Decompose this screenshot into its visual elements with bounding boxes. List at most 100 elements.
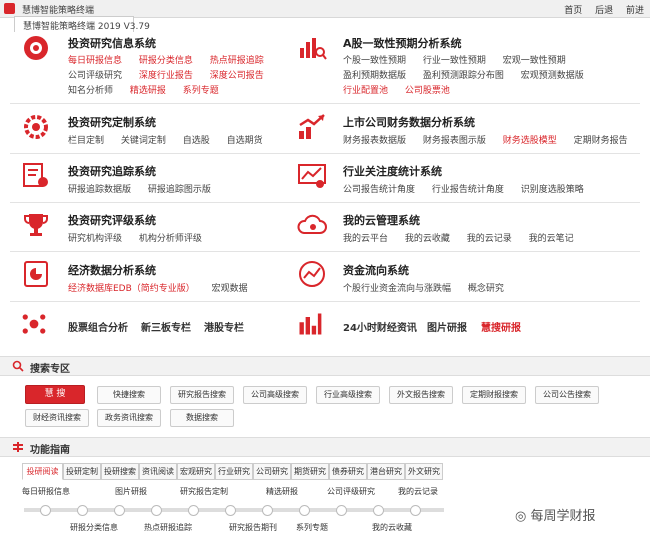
link-industry-deep[interactable]: 深度行业报告 (139, 71, 193, 81)
link-cloud-notes[interactable]: 我的云笔记 (529, 234, 574, 244)
link-keyword-custom[interactable]: 关键词定制 (121, 136, 166, 146)
timeline-dot[interactable] (336, 505, 347, 516)
search-btn[interactable]: 研究报告搜索 (170, 386, 234, 404)
timeline-label[interactable]: 研究报告期刊 (229, 522, 277, 533)
search-btn[interactable]: 行业高级搜索 (316, 386, 380, 404)
rating-system-title[interactable]: 投资研究评级系统 (68, 212, 156, 228)
timeline-label[interactable]: 我的云记录 (398, 486, 438, 497)
link-smart-search-reports[interactable]: 慧搜研报 (481, 319, 521, 334)
search-btn[interactable]: 数据搜索 (170, 409, 234, 427)
timeline-dot[interactable] (225, 505, 236, 516)
link-macro-forecast-data[interactable]: 宏观预测数据版 (521, 71, 584, 81)
search-btn[interactable]: 政务资讯搜索 (97, 409, 161, 427)
link-edb[interactable]: 经济数据库EDB（简约专业版） (68, 284, 195, 294)
link-track-data[interactable]: 研报追踪数据版 (68, 185, 131, 195)
link-industry-consensus[interactable]: 行业一致性预期 (423, 56, 486, 66)
search-btn[interactable]: 快捷搜索 (97, 386, 161, 404)
link-profit-forecast-chart[interactable]: 盈利预测跟踪分布图 (423, 71, 504, 81)
link-24h-news[interactable]: 24小时财经资讯 (343, 319, 417, 334)
guide-tab[interactable]: 外文研究 (405, 463, 443, 480)
link-track-chart[interactable]: 研报追踪图示版 (148, 185, 211, 195)
finance-system-title[interactable]: 上市公司财务数据分析系统 (343, 114, 475, 130)
guide-tab[interactable]: 投研定制 (63, 463, 101, 480)
guide-tab[interactable]: 港台研究 (367, 463, 405, 480)
link-concept-research[interactable]: 概念研究 (468, 284, 504, 294)
guide-tab[interactable]: 行业研究 (215, 463, 253, 480)
guide-tab[interactable]: 债券研究 (329, 463, 367, 480)
timeline-dot[interactable] (262, 505, 273, 516)
search-btn[interactable]: 财经资讯搜索 (25, 409, 89, 427)
link-neeq-column[interactable]: 新三板专栏 (141, 319, 191, 334)
link-fin-data[interactable]: 财务报表数据版 (343, 136, 406, 146)
link-macro-consensus[interactable]: 宏观一致性预期 (503, 56, 566, 66)
link-institution-rating[interactable]: 研究机构评级 (68, 234, 122, 244)
tracking-system-title[interactable]: 投资研究追踪系统 (68, 163, 156, 179)
link-cloud-favorites[interactable]: 我的云收藏 (405, 234, 450, 244)
timeline-dot[interactable] (373, 505, 384, 516)
search-btn[interactable]: 公司高级搜索 (243, 386, 307, 404)
timeline-dot[interactable] (188, 505, 199, 516)
link-image-reports[interactable]: 图片研报 (427, 319, 467, 334)
link-company-rating[interactable]: 公司评级研究 (68, 71, 122, 81)
timeline-label[interactable]: 研报分类信息 (70, 522, 118, 533)
guide-tab[interactable]: 投研搜索 (101, 463, 139, 480)
forward-link[interactable]: 前进 (626, 6, 644, 16)
timeline-label[interactable]: 热点研报追踪 (144, 522, 192, 533)
custom-system-title[interactable]: 投资研究定制系统 (68, 114, 156, 130)
link-stock-pool[interactable]: 公司股票池 (405, 86, 450, 96)
link-column-custom[interactable]: 栏目定制 (68, 136, 104, 146)
link-cloud-platform[interactable]: 我的云平台 (343, 234, 388, 244)
timeline-dot[interactable] (299, 505, 310, 516)
search-btn[interactable]: 外文报告搜索 (389, 386, 453, 404)
consensus-title[interactable]: A股一致性预期分析系统 (343, 35, 462, 51)
link-industry-stat[interactable]: 行业报告统计角度 (432, 185, 504, 195)
link-hk-column[interactable]: 港股专栏 (204, 319, 244, 334)
economic-system-title[interactable]: 经济数据分析系统 (68, 262, 156, 278)
guide-tab[interactable]: 期货研究 (291, 463, 329, 480)
link-watch-futures[interactable]: 自选期货 (227, 136, 263, 146)
link-company-stat[interactable]: 公司报告统计角度 (343, 185, 415, 195)
link-stock-consensus[interactable]: 个股一致性预期 (343, 56, 406, 66)
timeline-label[interactable]: 系列专题 (296, 522, 328, 533)
timeline-label[interactable]: 公司评级研究 (327, 486, 375, 497)
guide-tab[interactable]: 资讯阅读 (139, 463, 177, 480)
timeline-label[interactable]: 每日研报信息 (22, 486, 70, 497)
fundflow-system-title[interactable]: 资金流向系统 (343, 262, 409, 278)
guide-tab[interactable]: 宏观研究 (177, 463, 215, 480)
home-link[interactable]: 首页 (564, 6, 582, 16)
cloud-system-title[interactable]: 我的云管理系统 (343, 212, 420, 228)
link-report-category[interactable]: 研报分类信息 (139, 56, 193, 66)
timeline-dot[interactable] (77, 505, 88, 516)
link-recognition-strategy[interactable]: 识别度选股策略 (521, 185, 584, 195)
timeline-dot[interactable] (114, 505, 125, 516)
timeline-label[interactable]: 图片研报 (115, 486, 147, 497)
link-cloud-records[interactable]: 我的云记录 (467, 234, 512, 244)
link-portfolio-analysis[interactable]: 股票组合分析 (68, 319, 128, 334)
guide-tab[interactable]: 公司研究 (253, 463, 291, 480)
back-link[interactable]: 后退 (595, 6, 613, 16)
link-stock-fundflow[interactable]: 个股行业资金流向与涨跌幅 (343, 284, 451, 294)
link-profit-forecast-data[interactable]: 盈利预期数据版 (343, 71, 406, 81)
timeline-label[interactable]: 精选研报 (266, 486, 298, 497)
smart-search-button[interactable]: 慧 搜 (25, 385, 85, 404)
link-macro-data[interactable]: 宏观数据 (212, 284, 248, 294)
timeline-label[interactable]: 研究报告定制 (180, 486, 228, 497)
link-hot-report-track[interactable]: 热点研报追踪 (210, 56, 264, 66)
link-analyst-rating[interactable]: 机构分析师评级 (139, 234, 202, 244)
timeline-dot[interactable] (40, 505, 51, 516)
link-company-deep[interactable]: 深度公司报告 (210, 71, 264, 81)
link-industry-pool[interactable]: 行业配置池 (343, 86, 388, 96)
guide-tab[interactable]: 投研阅读 (22, 463, 63, 480)
link-fin-chart[interactable]: 财务报表图示版 (423, 136, 486, 146)
search-btn[interactable]: 定期财报搜索 (462, 386, 526, 404)
link-daily-reports[interactable]: 每日研报信息 (68, 56, 122, 66)
attention-system-title[interactable]: 行业关注度统计系统 (343, 163, 442, 179)
link-fin-stock-model[interactable]: 财务选股模型 (503, 136, 557, 146)
research-info-title[interactable]: 投资研究信息系统 (68, 35, 156, 51)
search-btn[interactable]: 公司公告搜索 (535, 386, 599, 404)
timeline-label[interactable]: 我的云收藏 (372, 522, 412, 533)
link-selected-reports[interactable]: 精选研报 (130, 86, 166, 96)
link-famous-analyst[interactable]: 知名分析师 (68, 86, 113, 96)
timeline-dot[interactable] (410, 505, 421, 516)
window-tab[interactable]: 慧博智能策略终端 2019 V3.79 (14, 16, 150, 32)
